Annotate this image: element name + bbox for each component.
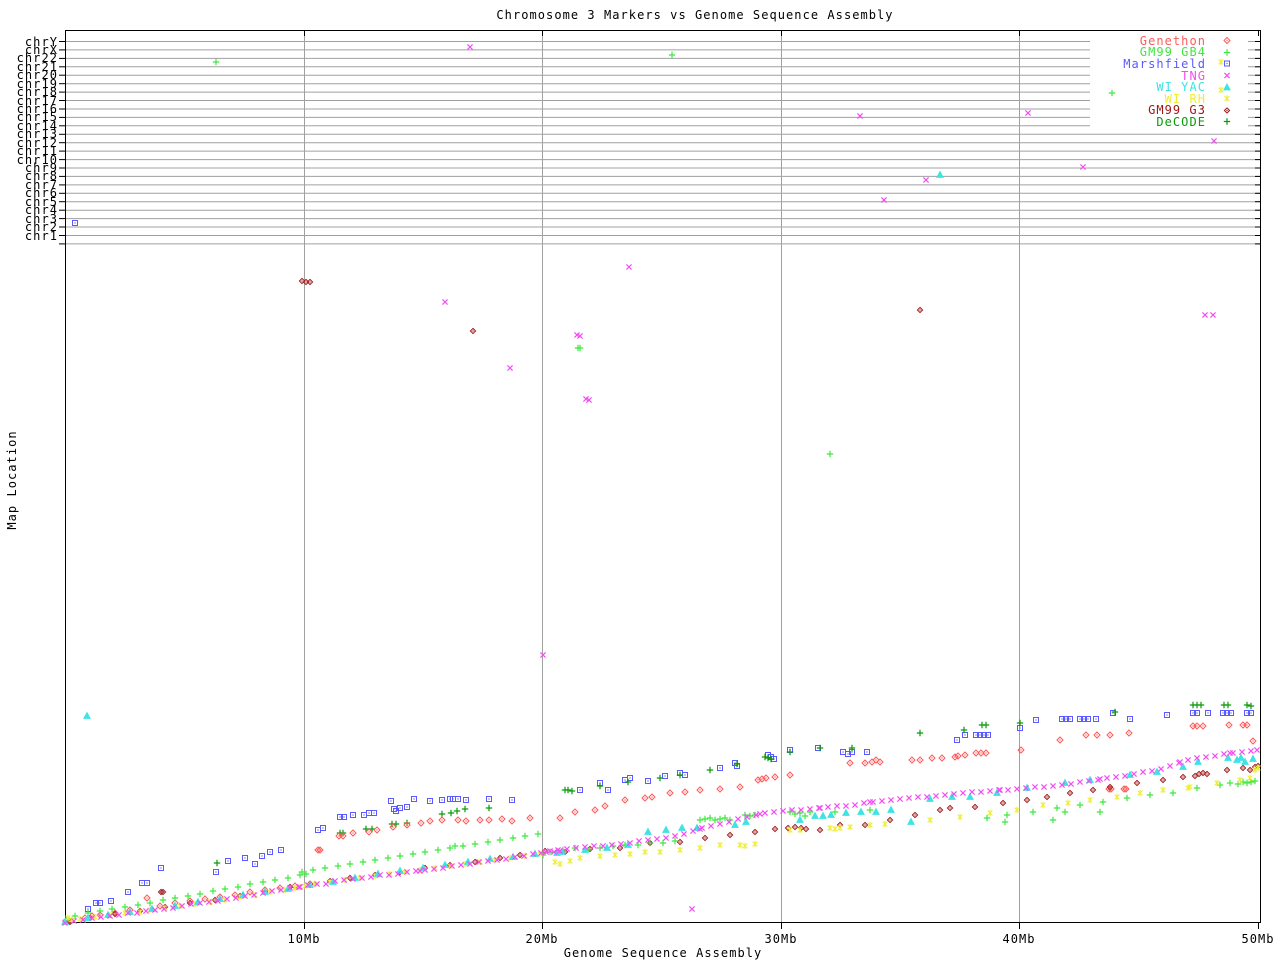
series-tng — [62, 44, 1259, 925]
series-decode — [214, 702, 1254, 866]
series-marshfield — [73, 221, 1254, 912]
series-gm99-gb4 — [63, 52, 1258, 923]
chart-page: { "page": { "title": "Chromosome 3 Marke… — [0, 0, 1280, 960]
series-gm99-g3 — [67, 278, 1260, 924]
series-genethon — [67, 722, 1256, 924]
scatter-points-layer — [0, 0, 1280, 960]
series-wi-yac — [62, 172, 1256, 925]
series-wi-rh — [66, 59, 1261, 923]
